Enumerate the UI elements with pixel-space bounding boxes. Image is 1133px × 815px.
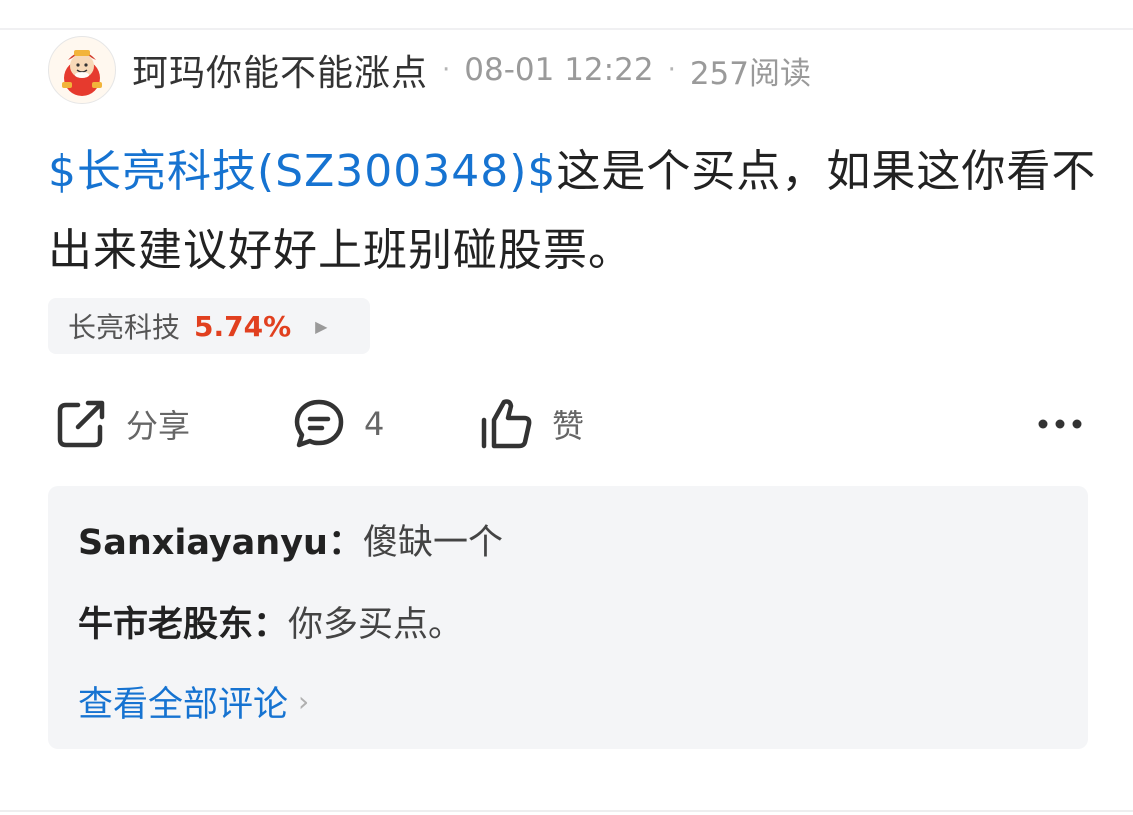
more-dots-icon: [1038, 419, 1082, 429]
stock-quote-chip[interactable]: 长亮科技 5.74% ▶: [48, 298, 370, 354]
comment-button[interactable]: 4: [292, 392, 384, 456]
comment-item[interactable]: Sanxiayanyu：傻缺一个: [78, 514, 503, 565]
comment-bubble-icon: [294, 399, 344, 448]
stock-tag-link[interactable]: $长亮科技(SZ300348)$: [48, 146, 556, 197]
comment-text: 傻缺一个: [362, 523, 503, 563]
comment-item[interactable]: 牛市老股东：你多买点。: [78, 596, 463, 647]
read-count: 257阅读: [689, 55, 811, 92]
commenter-name[interactable]: Sanxiayanyu: [78, 523, 328, 563]
comment-preview-box: Sanxiayanyu：傻缺一个 牛市老股东：你多买点。 查看全部评论 ›: [48, 486, 1088, 749]
avatar[interactable]: [48, 36, 116, 104]
bottom-divider: [0, 810, 1133, 812]
like-label: 赞: [552, 407, 585, 445]
cartoon-avatar-icon: [62, 50, 102, 96]
comment-colon: ：: [253, 605, 289, 645]
share-label: 分享: [126, 407, 191, 445]
share-button[interactable]: 分享: [54, 392, 190, 456]
post-meta: · 08-01 12:22 · 257阅读: [428, 48, 811, 93]
stock-chip-name: 长亮科技: [68, 311, 181, 344]
comment-colon: ：: [327, 523, 363, 563]
post-time: 08-01 12:22: [464, 52, 654, 88]
chevron-right-icon: ›: [298, 685, 310, 718]
commenter-name[interactable]: 牛市老股东: [78, 605, 253, 645]
comment-text: 你多买点。: [288, 605, 464, 645]
view-all-comments-link[interactable]: 查看全部评论 ›: [78, 676, 309, 727]
meta-separator: ·: [667, 55, 676, 85]
action-bar: 分享 4 赞: [48, 392, 1088, 456]
comment-count: 4: [364, 405, 385, 443]
more-button[interactable]: [1032, 392, 1088, 456]
play-arrow-icon: ▶: [315, 316, 328, 336]
meta-separator: ·: [442, 55, 451, 85]
like-button[interactable]: 赞: [478, 392, 584, 456]
share-icon: [57, 400, 105, 448]
stock-chip-change: 5.74%: [194, 309, 292, 343]
view-all-label: 查看全部评论: [78, 685, 289, 725]
post-header: 珂玛你能不能涨点 · 08-01 12:22 · 257阅读: [48, 36, 811, 104]
post-body[interactable]: $长亮科技(SZ300348)$这是个买点，如果这你看不出来建议好好上班别碰股票…: [48, 132, 1098, 290]
thumbs-up-icon: [481, 399, 532, 449]
author-name[interactable]: 珂玛你能不能涨点: [132, 44, 428, 96]
